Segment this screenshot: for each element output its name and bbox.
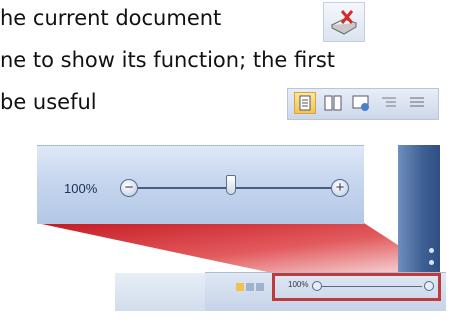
zoom-slider-thumb[interactable] (226, 175, 236, 195)
plus-icon: + (335, 179, 345, 196)
zoom-out-button[interactable]: − (120, 179, 138, 197)
scroll-dot-icon[interactable] (429, 248, 434, 253)
zoom-control-enlarged: 100% − + (37, 145, 364, 224)
web-mini-icon[interactable] (256, 283, 264, 291)
print-layout-mini-icon[interactable] (236, 283, 244, 291)
scroll-dot-icon[interactable] (429, 260, 434, 265)
zoom-highlight-box (272, 273, 441, 301)
zoom-in-button[interactable]: + (331, 179, 349, 197)
status-bar-left-area (115, 273, 205, 311)
minus-icon: − (124, 179, 134, 196)
reading-mini-icon[interactable] (246, 283, 254, 291)
zoom-level-label[interactable]: 100% (64, 181, 97, 196)
